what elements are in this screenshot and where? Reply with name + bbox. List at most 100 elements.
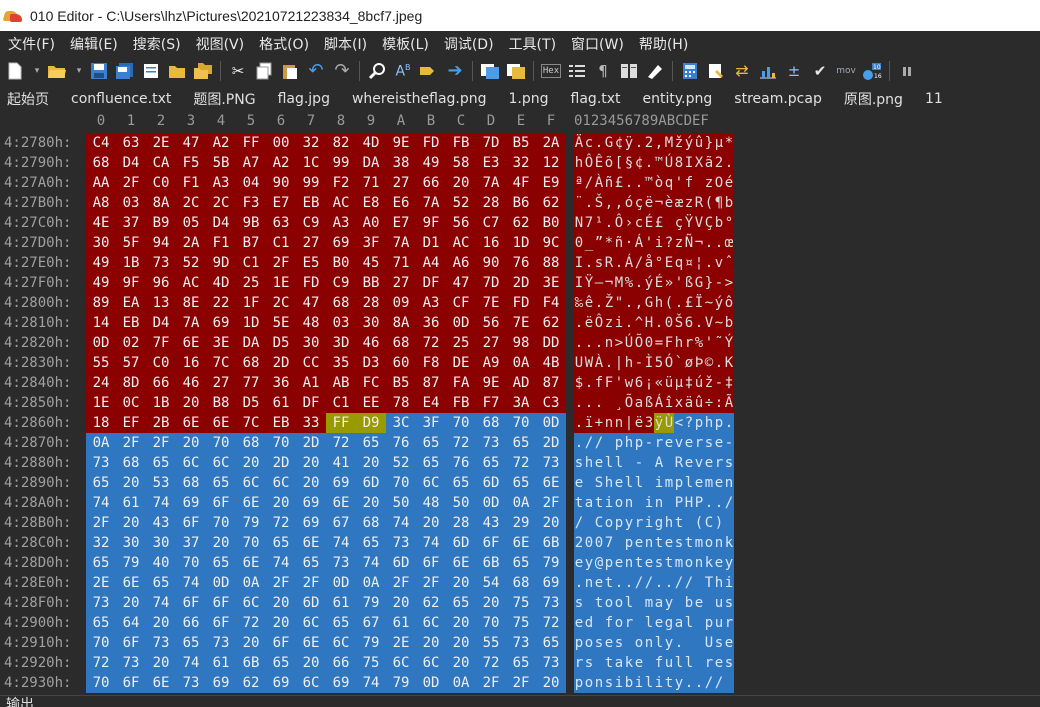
- hex-byte[interactable]: 6C: [386, 653, 416, 673]
- hex-byte[interactable]: 6D: [386, 553, 416, 573]
- menu-item-3[interactable]: 视图(V): [196, 34, 245, 54]
- bookmark-icon[interactable]: [705, 60, 727, 82]
- hex-byte[interactable]: 72: [536, 613, 566, 633]
- hex-byte[interactable]: 65: [296, 553, 326, 573]
- hex-byte[interactable]: 6B: [476, 553, 506, 573]
- hex-byte[interactable]: 9E: [386, 133, 416, 153]
- hex-byte[interactable]: 65: [506, 653, 536, 673]
- hex-byte[interactable]: 4E: [86, 213, 116, 233]
- hex-byte[interactable]: DF: [296, 393, 326, 413]
- file-tab[interactable]: confluence.txt: [64, 91, 186, 107]
- hex-byte[interactable]: 5E: [266, 313, 296, 333]
- hex-byte[interactable]: 6E: [536, 473, 566, 493]
- ascii-text[interactable]: Äc. G ¢ ÿ. 2 ‚ Mž ý û} µ *: [574, 133, 734, 153]
- swap-icon[interactable]: ⇄: [731, 60, 753, 82]
- file-tab[interactable]: 题图.PNG: [186, 89, 270, 109]
- ascii-text[interactable]: ... n > Ú Õ 0 = Fh r% ' ˜ Ý: [574, 333, 734, 353]
- hex-byte[interactable]: 24: [86, 373, 116, 393]
- hex-byte[interactable]: DA: [236, 333, 266, 353]
- pause-icon[interactable]: [896, 60, 918, 82]
- hex-byte[interactable]: FF: [236, 133, 266, 153]
- ascii-text[interactable]: . n e t.. / /.. / / Thi: [574, 573, 734, 593]
- hex-byte[interactable]: 0D: [446, 313, 476, 333]
- hex-byte[interactable]: 69: [326, 473, 356, 493]
- hex-byte[interactable]: 76: [446, 453, 476, 473]
- hex-byte[interactable]: 9E: [476, 373, 506, 393]
- hex-byte[interactable]: FF: [326, 413, 356, 433]
- hex-byte[interactable]: E6: [386, 193, 416, 213]
- hex-byte[interactable]: 65: [86, 613, 116, 633]
- hex-byte[interactable]: C3: [536, 393, 566, 413]
- hex-byte[interactable]: 2E: [146, 133, 176, 153]
- hex-byte[interactable]: 6E: [296, 533, 326, 553]
- hex-byte[interactable]: 36: [416, 313, 446, 333]
- hex-byte[interactable]: D4: [146, 313, 176, 333]
- hex-byte[interactable]: 6D: [446, 533, 476, 553]
- hex-byte[interactable]: 74: [176, 573, 206, 593]
- folders-icon[interactable]: [192, 60, 214, 82]
- copy-icon[interactable]: [253, 60, 275, 82]
- hex-byte[interactable]: 20: [146, 653, 176, 673]
- paragraph-icon[interactable]: ¶: [592, 60, 614, 82]
- hex-byte[interactable]: 68: [86, 153, 116, 173]
- ascii-text[interactable]: $. f F ' w 6 ¡ «ü µ ‡ ú ž - ‡: [574, 373, 734, 393]
- hex-byte[interactable]: 63: [266, 213, 296, 233]
- ascii-text[interactable]: U W À. | h - Ì 5 Ó ` ø Þ ©. K: [574, 353, 734, 373]
- hex-byte[interactable]: 70: [446, 413, 476, 433]
- hex-byte[interactable]: 71: [356, 173, 386, 193]
- hex-byte[interactable]: A3: [416, 293, 446, 313]
- hex-byte[interactable]: 09: [386, 293, 416, 313]
- hex-byte[interactable]: 69: [296, 493, 326, 513]
- hex-byte[interactable]: 8A: [146, 193, 176, 213]
- hex-byte[interactable]: 74: [416, 533, 446, 553]
- hex-byte[interactable]: 9D: [206, 253, 236, 273]
- open-icon[interactable]: [140, 60, 162, 82]
- hex-byte[interactable]: 7C: [206, 353, 236, 373]
- hex-byte[interactable]: 16: [476, 233, 506, 253]
- hex-byte[interactable]: 79: [386, 673, 416, 693]
- hex-byte[interactable]: 90: [476, 253, 506, 273]
- hex-byte[interactable]: 65: [356, 433, 386, 453]
- menu-item-7[interactable]: 调试(D): [444, 34, 494, 54]
- hex-byte[interactable]: 56: [476, 313, 506, 333]
- ascii-text[interactable]: shell - A Revers: [574, 453, 734, 473]
- menu-item-9[interactable]: 窗口(W): [571, 34, 624, 54]
- hex-byte[interactable]: 20: [416, 633, 446, 653]
- hex-byte[interactable]: EB: [266, 413, 296, 433]
- hex-byte[interactable]: 70: [86, 633, 116, 653]
- hex-byte[interactable]: 46: [356, 333, 386, 353]
- hex-byte[interactable]: 2F: [476, 673, 506, 693]
- hex-byte[interactable]: 28: [446, 513, 476, 533]
- hex-byte[interactable]: A9: [476, 353, 506, 373]
- hex-byte[interactable]: 77: [236, 373, 266, 393]
- hex-byte[interactable]: 75: [356, 653, 386, 673]
- hex-byte[interactable]: 6E: [176, 333, 206, 353]
- hex-byte[interactable]: C9: [296, 213, 326, 233]
- hex-byte[interactable]: 65: [266, 533, 296, 553]
- hex-byte[interactable]: 73: [206, 633, 236, 653]
- compare-icon[interactable]: [505, 60, 527, 82]
- hex-byte[interactable]: 1F: [236, 293, 266, 313]
- hex-byte[interactable]: 29: [506, 513, 536, 533]
- hex-byte[interactable]: 6F: [116, 673, 146, 693]
- hex-byte[interactable]: 65: [326, 613, 356, 633]
- hex-byte[interactable]: 65: [176, 633, 206, 653]
- hex-byte[interactable]: D3: [356, 353, 386, 373]
- ascii-text[interactable]: ed for legal pur: [574, 613, 734, 633]
- hex-byte[interactable]: 49: [86, 253, 116, 273]
- hex-byte[interactable]: 47: [446, 273, 476, 293]
- hex-byte[interactable]: 2F: [116, 173, 146, 193]
- hex-byte[interactable]: E9: [536, 173, 566, 193]
- hex-byte[interactable]: 3F: [416, 413, 446, 433]
- hex-byte[interactable]: D9: [356, 413, 386, 433]
- hex-byte[interactable]: 49: [416, 153, 446, 173]
- hex-byte[interactable]: 2F: [386, 573, 416, 593]
- file-tab[interactable]: stream.pcap: [727, 91, 837, 107]
- hex-byte[interactable]: 62: [536, 313, 566, 333]
- hex-byte[interactable]: B7: [236, 233, 266, 253]
- hex-byte[interactable]: A3: [326, 213, 356, 233]
- hex-byte[interactable]: 30: [86, 233, 116, 253]
- hex-byte[interactable]: A3: [206, 173, 236, 193]
- hex-byte[interactable]: 6F: [206, 493, 236, 513]
- hex-byte[interactable]: 1E: [266, 273, 296, 293]
